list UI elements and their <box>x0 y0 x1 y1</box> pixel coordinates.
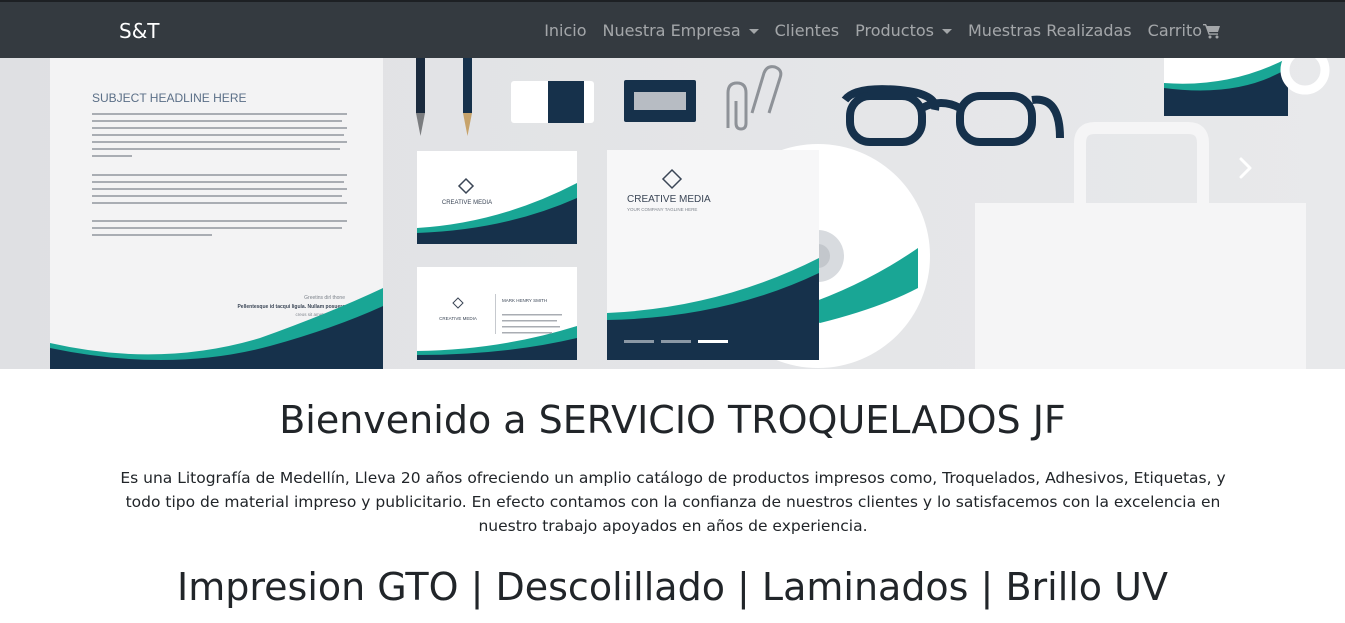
nav-item-carrito[interactable]: Carrito <box>1148 21 1221 40</box>
navbar: S&T Inicio Nuestra Empresa Clientes Prod… <box>0 0 1345 58</box>
card-name-text: MARK HENRY SMITH <box>502 298 547 303</box>
cd-sleeve-mockup: CREATIVE MEDIA YOUR COMPANY TAGLINE HERE <box>607 144 930 368</box>
nav-item-productos-dropdown[interactable]: Productos <box>855 21 952 40</box>
sleeve-tagline-text: YOUR COMPANY TAGLINE HERE <box>627 207 697 212</box>
nav-label: Inicio <box>544 21 587 40</box>
carousel-indicator-1[interactable] <box>624 340 654 343</box>
company-description: Es una Litografía de Medellín, Lleva 20 … <box>120 469 1226 535</box>
caret-down-icon <box>748 29 759 34</box>
nav-item-inicio[interactable]: Inicio <box>544 21 586 40</box>
letterhead-mockup: SUBJECT HEADLINE HERE Greetins dirl thon… <box>50 58 383 369</box>
caret-down-icon <box>942 29 952 34</box>
nav-label: Clientes <box>774 21 840 40</box>
brand-logo[interactable]: S&T <box>119 19 160 43</box>
letterhead-headline: SUBJECT HEADLINE HERE <box>92 91 246 105</box>
business-card-back: CREATIVE MEDIA MARK HENRY SMITH <box>417 267 577 360</box>
sleeve-brand-text: CREATIVE MEDIA <box>627 194 711 205</box>
nav-item-clientes[interactable]: Clientes <box>775 21 840 40</box>
nav-label: Productos <box>855 21 934 40</box>
carousel-indicators <box>624 340 728 343</box>
carousel-indicator-3-active[interactable] <box>698 340 728 343</box>
shopping-cart-icon <box>1203 23 1220 38</box>
nav-label: Carrito <box>1147 21 1202 40</box>
nav-item-muestras-realizadas[interactable]: Muestras Realizadas <box>968 21 1132 40</box>
carousel-next-arrow-icon[interactable] <box>1233 156 1257 180</box>
nav-label: Nuestra Empresa <box>602 21 741 40</box>
card-brand-text: CREATIVE MEDIA <box>442 200 492 206</box>
card-back-brand-text: CREATIVE MEDIA <box>439 316 477 321</box>
business-card-front: CREATIVE MEDIA <box>417 151 577 244</box>
nav-item-nuestra-empresa-dropdown[interactable]: Nuestra Empresa <box>603 21 759 40</box>
nav-label: Muestras Realizadas <box>968 21 1132 40</box>
letterhead-signature-name: Greetins dirl thone <box>304 295 345 301</box>
nav-menu: Inicio Nuestra Empresa Clientes Producto… <box>544 21 1221 40</box>
carousel-indicator-2[interactable] <box>661 340 691 343</box>
slide-image-stationery-mockup: SUBJECT HEADLINE HERE Greetins dirl thon… <box>0 58 1345 369</box>
hero-carousel: SUBJECT HEADLINE HERE Greetins dirl thon… <box>0 58 1345 369</box>
page-title: Bienvenido a SERVICIO TROQUELADOS JF <box>279 398 1066 442</box>
letterhead-signature-line: Pellentesque id tacqui ligula. Nullam po… <box>237 304 345 310</box>
services-heading: Impresion GTO | Descolillado | Laminados… <box>177 565 1168 609</box>
